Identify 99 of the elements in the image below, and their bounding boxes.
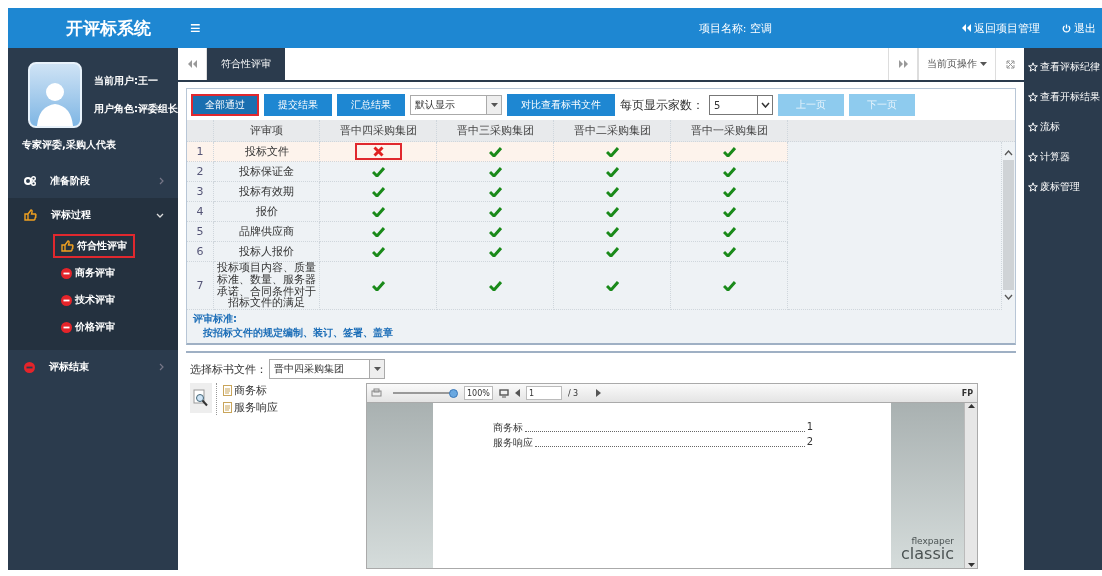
power-icon	[1062, 23, 1071, 33]
viewer-logo: flexpaper classic	[901, 537, 954, 562]
chevron-down-icon	[760, 102, 770, 108]
star-icon	[1028, 62, 1038, 72]
star-icon	[1028, 182, 1038, 192]
nav-subitem[interactable]: 技术评审	[53, 288, 123, 312]
print-icon[interactable]	[371, 388, 382, 398]
monitor-icon[interactable]	[498, 388, 509, 398]
zoom-field[interactable]: 100%	[464, 386, 493, 400]
file-select-label: 选择标书文件：	[190, 361, 267, 377]
column-header: 晋中三采购集团	[437, 120, 554, 142]
avatar-silhouette	[28, 62, 82, 128]
header-cell	[187, 120, 214, 142]
tool-link[interactable]: 流标	[1024, 112, 1102, 142]
dropdown-arrow-icon	[490, 103, 498, 107]
file-select[interactable]: 晋中四采购集团	[269, 359, 385, 379]
expand-arrows-icon	[1005, 59, 1015, 69]
menu-button[interactable]: ≡	[190, 17, 201, 39]
criterion-cell: 投标有效期	[214, 182, 320, 202]
current-user: 当前用户:王一	[94, 74, 159, 88]
file-tree-item[interactable]: 商务标	[223, 383, 278, 398]
user-group: 专家评委,采购人代表	[8, 136, 178, 164]
star-icon	[1028, 152, 1038, 162]
tool-link[interactable]: 废标管理	[1024, 172, 1102, 202]
logout-link[interactable]: 退出	[1062, 20, 1096, 36]
star-icon	[1028, 122, 1038, 132]
slider-thumb[interactable]	[449, 388, 458, 398]
chevron-up-icon	[1004, 150, 1013, 156]
nav-item[interactable]: 评标结束	[8, 350, 178, 384]
search-icon	[193, 389, 209, 407]
scrollbar[interactable]	[964, 403, 977, 568]
criterion-cell: 报价	[214, 202, 320, 222]
minus-circle-icon	[61, 294, 72, 306]
app-logo-text: 开评标系统	[64, 16, 152, 40]
column-header: 晋中四采购集团	[320, 120, 437, 142]
star-icon	[1028, 92, 1038, 102]
back-link[interactable]: 返回项目管理	[962, 20, 1040, 36]
up-arrow-icon	[967, 403, 975, 409]
document-icon	[223, 402, 232, 413]
row-number: 1	[187, 142, 214, 162]
next-page-icon[interactable]	[596, 389, 602, 397]
search-button[interactable]	[190, 383, 212, 413]
action-button[interactable]: 全部通过	[191, 94, 259, 116]
criterion-cell: 投标人报价	[214, 242, 320, 262]
criteria-text: 按招标文件的规定编制、装订、签署、盖章	[202, 326, 394, 340]
criterion-cell: 投标保证金	[214, 162, 320, 182]
row-number: 4	[187, 202, 214, 222]
dropdown-arrow-icon	[980, 62, 987, 66]
criterion-cell: 品牌供应商	[214, 222, 320, 242]
nav-subitem[interactable]: 符合性评审	[53, 234, 135, 258]
nav-subitem[interactable]: 价格评审	[53, 315, 123, 339]
per-page-select[interactable]: 5	[709, 95, 773, 115]
pointing-hand-icon	[61, 240, 74, 252]
minus-circle-icon	[61, 321, 72, 333]
row-number: 3	[187, 182, 214, 202]
compare-button[interactable]: 对比查看标书文件	[507, 94, 615, 116]
tool-link[interactable]: 计算器	[1024, 142, 1102, 172]
page-actions-dropdown[interactable]: 当前页操作	[918, 48, 995, 80]
row-number: 2	[187, 162, 214, 182]
nav-subitem[interactable]: 商务评审	[53, 261, 123, 285]
chevron-down-icon	[1004, 294, 1013, 300]
user-role: 用户角色:评委组长	[94, 102, 178, 116]
document-icon	[223, 385, 232, 396]
down-arrow-icon	[967, 562, 975, 568]
row-number: 5	[187, 222, 214, 242]
project-name: 项目名称: 空调	[698, 20, 772, 36]
previous-page-icon[interactable]	[514, 389, 520, 397]
double-left-arrow-icon	[962, 24, 971, 32]
double-left-arrow-icon	[187, 60, 197, 68]
criterion-cell: 投标文件	[214, 142, 320, 162]
page-total: / 3	[567, 388, 579, 398]
action-button[interactable]: 汇总结果	[337, 94, 405, 116]
scroll-right-button[interactable]	[888, 48, 918, 80]
criteria-title: 评审标准:	[193, 312, 238, 326]
column-header: 晋中一采购集团	[671, 120, 788, 142]
file-tree-item[interactable]: 服务响应	[223, 400, 278, 415]
viewer-brand: FP	[961, 388, 973, 398]
tab[interactable]: 符合性评审	[207, 48, 285, 80]
toc-page-number: 2	[806, 436, 813, 449]
pointing-hand-icon	[24, 209, 37, 221]
double-right-arrow-icon	[898, 60, 908, 68]
nav-item[interactable]: 准备阶段	[8, 164, 178, 198]
row-number: 6	[187, 242, 214, 262]
toc-page-number: 1	[806, 421, 813, 434]
minus-circle-icon	[61, 267, 72, 279]
dropdown-arrow-icon	[373, 367, 381, 371]
toc-title: 商务标	[493, 421, 523, 435]
per-page-label: 每页显示家数：	[620, 96, 704, 114]
tool-link[interactable]: 查看评标纪律	[1024, 52, 1102, 82]
column-header: 评审项	[214, 120, 320, 142]
gears-icon	[24, 176, 36, 186]
column-header: 晋中二采购集团	[554, 120, 671, 142]
display-select[interactable]: 默认显示	[410, 95, 502, 115]
toc-title: 服务响应	[493, 436, 533, 450]
page-field[interactable]: 1	[525, 386, 562, 400]
nav-item[interactable]: 评标过程	[8, 198, 178, 232]
minus-circle-icon	[24, 361, 35, 373]
tool-link[interactable]: 查看开标结果	[1024, 82, 1102, 112]
action-button[interactable]: 提交结果	[264, 94, 332, 116]
